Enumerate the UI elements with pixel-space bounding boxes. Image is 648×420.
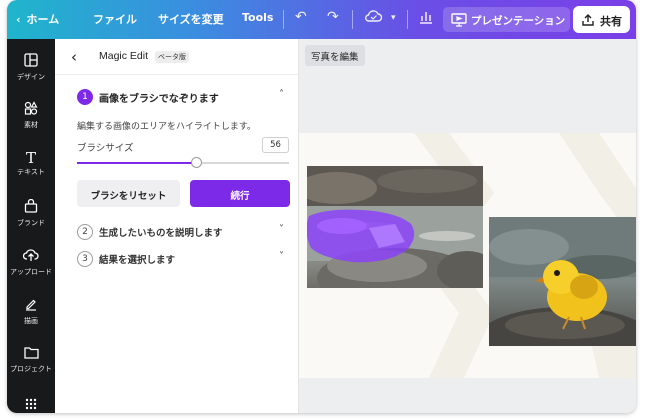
share-icon xyxy=(581,12,595,31)
apps-grid-icon[interactable] xyxy=(7,395,55,413)
edit-photo-button[interactable]: 写真を編集 xyxy=(305,45,365,66)
chevron-down-icon: ˅ xyxy=(279,251,284,262)
sidebar-item-draw[interactable]: 描画 xyxy=(7,297,55,326)
brush-size-label: ブラシサイズ xyxy=(77,143,134,154)
sidebar-item-design[interactable]: デザイン xyxy=(7,53,55,82)
file-menu[interactable]: ファイル xyxy=(93,11,137,27)
share-button[interactable]: 共有 xyxy=(573,6,630,33)
chick-photo[interactable] xyxy=(489,217,636,346)
step-title: 生成したいものを説明します xyxy=(99,228,223,239)
sidebar-item-upload[interactable]: アップロード xyxy=(7,248,55,277)
panel-header: ‹ Magic Edit ベータ版 xyxy=(55,39,299,75)
back-arrow-icon[interactable]: ‹ xyxy=(71,48,77,66)
canvas-area: 写真を編集 xyxy=(299,39,636,413)
toolbar-divider xyxy=(283,10,284,29)
chevron-left-icon: ‹ xyxy=(16,13,21,26)
step-title: 画像をブラシでなぞります xyxy=(99,94,219,105)
top-toolbar: ‹ ホーム ファイル サイズを変更 Tools ↶ ↷ ▾ プレゼンテーション 共… xyxy=(7,0,636,39)
home-button[interactable]: ‹ ホーム xyxy=(16,11,59,27)
slider-thumb[interactable] xyxy=(191,157,202,168)
slider-fill xyxy=(77,162,196,164)
sidebar-item-elements[interactable]: 素材 xyxy=(7,101,55,130)
layout-icon xyxy=(7,53,55,71)
undo-icon[interactable]: ↶ xyxy=(295,9,307,25)
sidebar-item-text[interactable]: T テキスト xyxy=(7,150,55,177)
step-number: 2 xyxy=(77,224,93,240)
tools-menu[interactable]: Tools xyxy=(242,11,273,24)
app-window: ‹ ホーム ファイル サイズを変更 Tools ↶ ↷ ▾ プレゼンテーション 共… xyxy=(7,0,636,413)
presentation-icon xyxy=(451,12,467,31)
toolbar-divider xyxy=(407,10,408,29)
chevron-up-icon: ˄ xyxy=(279,89,284,100)
folder-icon xyxy=(7,346,55,363)
beta-badge: ベータ版 xyxy=(155,51,189,63)
analytics-icon[interactable] xyxy=(418,9,434,29)
brand-icon xyxy=(7,198,55,217)
text-icon: T xyxy=(25,149,36,167)
sidebar-item-brand[interactable]: ブランド xyxy=(7,198,55,228)
toolbar-divider xyxy=(352,10,353,29)
elements-icon xyxy=(7,101,55,119)
rock-photo[interactable] xyxy=(307,166,483,288)
sidebar: デザイン 素材 T テキスト ブランド アップロード 描画 プロジェクト xyxy=(7,39,55,413)
design-page[interactable] xyxy=(299,133,636,378)
sidebar-item-projects[interactable]: プロジェクト xyxy=(7,346,55,374)
chevron-down-icon[interactable]: ▾ xyxy=(391,13,396,23)
step-title: 結果を選択します xyxy=(99,255,176,266)
brush-size-slider[interactable] xyxy=(77,162,289,164)
continue-button[interactable]: 続行 xyxy=(190,180,290,207)
brush-highlight xyxy=(307,209,415,263)
brush-size-input[interactable]: 56 xyxy=(262,137,289,153)
step-3-header[interactable]: 3 結果を選択します ˅ xyxy=(55,249,299,269)
panel-title: Magic Edit xyxy=(99,50,149,62)
upload-icon xyxy=(7,248,55,266)
chick-photo-image xyxy=(489,217,636,346)
redo-icon[interactable]: ↷ xyxy=(327,9,339,25)
step-2-header[interactable]: 2 生成したいものを説明します ˅ xyxy=(55,222,299,242)
reset-brush-button[interactable]: ブラシをリセット xyxy=(77,180,180,207)
draw-icon xyxy=(7,297,55,315)
step-description: 編集する画像のエリアをハイライトします。 xyxy=(77,122,256,132)
cloud-save-icon[interactable] xyxy=(365,9,383,29)
resize-menu[interactable]: サイズを変更 xyxy=(158,11,224,27)
step-number: 3 xyxy=(77,251,93,267)
magic-edit-panel: ‹ Magic Edit ベータ版 1 画像をブラシでなぞります ˄ 編集する画… xyxy=(55,39,299,413)
step-1-header[interactable]: 1 画像をブラシでなぞります ˄ xyxy=(55,87,299,107)
step-number: 1 xyxy=(77,89,93,105)
present-button[interactable]: プレゼンテーション xyxy=(443,7,570,32)
chevron-down-icon: ˅ xyxy=(279,224,284,235)
